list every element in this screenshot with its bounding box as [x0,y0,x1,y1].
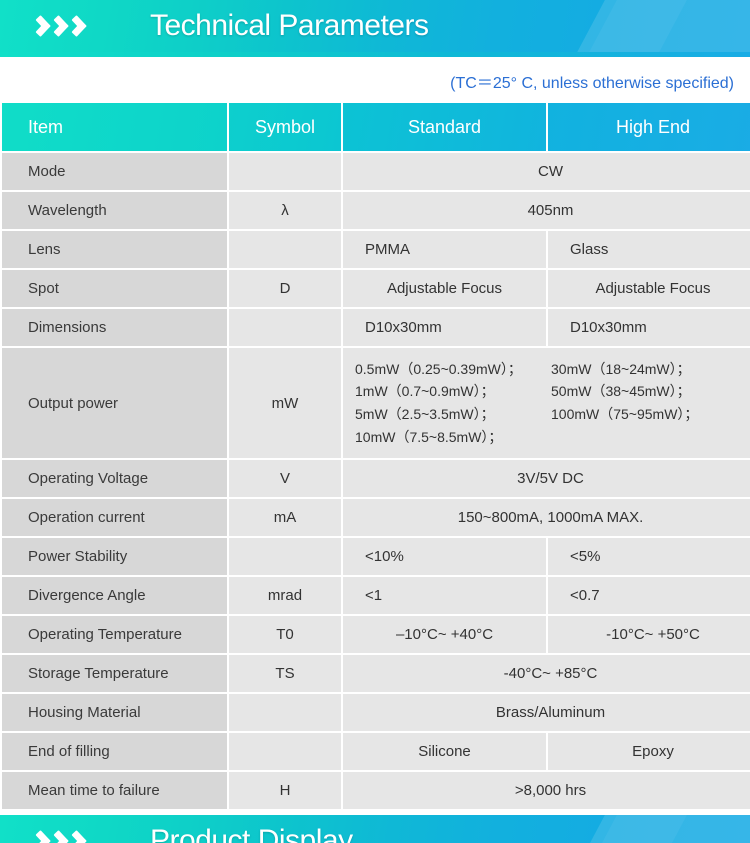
cell-symbol: T0 [229,616,341,653]
cell-symbol [229,694,341,731]
cell-high-end: -10°C~ +50°C [548,616,750,653]
cell-merged-value: 3V/5V DC [343,460,750,497]
cell-item: Divergence Angle [2,577,227,614]
cell-symbol: V [229,460,341,497]
cell-item: Dimensions [2,309,227,346]
chevron-right-icon-2 [56,7,71,45]
bottom-chevron-right-icon-1 [38,822,53,843]
cell-symbol: H [229,772,341,809]
cell-item: Housing Material [2,694,227,731]
cell-symbol: mW [229,348,341,458]
cell-item: Power Stability [2,538,227,575]
cell-high-end: Glass [548,231,750,268]
page-title: Technical Parameters [150,9,429,42]
cell-item: Operation current [2,499,227,536]
table-row: End of filling Silicone Epoxy [2,733,750,770]
table-row: Mean time to failure H >8,000 hrs [2,772,750,809]
column-header-standard: Standard [343,103,546,151]
cell-symbol [229,153,341,190]
cell-standard: <10% [343,538,546,575]
product-display-title: Product Display [150,824,353,843]
column-header-item: Item [2,103,227,151]
output-power-standard-list: 0.5mW（0.25~0.39mW）； 1mW（0.7~0.9mW）； 5mW（… [355,360,522,445]
cell-item: Storage Temperature [2,655,227,692]
product-display-banner: Product Display [0,815,750,843]
cell-item: Operating Temperature [2,616,227,653]
cell-item: End of filling [2,733,227,770]
cell-symbol: λ [229,192,341,229]
table-header-row: Item Symbol Standard High End [2,103,750,151]
technical-parameters-banner: Technical Parameters [0,0,750,52]
cell-symbol [229,733,341,770]
specifications-table: Item Symbol Standard High End Mode CW Wave… [0,101,750,811]
cell-standard: <1 [343,577,546,614]
subtitle-row: (TC＝25° C, unless otherwise specified) [0,61,750,101]
table-row: Spot D Adjustable Focus Adjustable Focus [2,270,750,307]
chevron-right-icon-3 [74,7,89,45]
table-row: Power Stability <10% <5% [2,538,750,575]
cell-item: Output power [2,348,227,458]
table-row: Divergence Angle mrad <1 <0.7 [2,577,750,614]
cell-item: Lens [2,231,227,268]
cell-high-end: Epoxy [548,733,750,770]
cell-standard: PMMA [343,231,546,268]
table-row: Lens PMMA Glass [2,231,750,268]
table-body: Mode CW Wavelength λ 405nm Lens PMMA Glass Spot D… [2,153,750,809]
cell-symbol: mA [229,499,341,536]
table-row: Operation current mA 150~800mA, 1000mA MAX… [2,499,750,536]
cell-output-power-values: 0.5mW（0.25~0.39mW）； 1mW（0.7~0.9mW）； 5mW（… [343,348,750,458]
cell-symbol [229,231,341,268]
cell-merged-value: >8,000 hrs [343,772,750,809]
cell-standard: –10°C~ +40°C [343,616,546,653]
cell-symbol: D [229,270,341,307]
cell-item: Spot [2,270,227,307]
output-power-high-end-list: 30mW（18~24mW）； 50mW（38~45mW）； 100mW（75~9… [551,360,699,422]
table-row-output-power: Output power mW 0.5mW（0.25~0.39mW）； 1mW（0.… [2,348,750,458]
table-row: Operating Voltage V 3V/5V DC [2,460,750,497]
bottom-chevron-right-icon-3 [74,822,89,843]
cell-symbol: TS [229,655,341,692]
cell-merged-value: -40°C~ +85°C [343,655,750,692]
table-header: Item Symbol Standard High End [2,103,750,151]
double-chevron-icon [38,0,89,52]
cell-merged-value: 405nm [343,192,750,229]
cell-standard: Silicone [343,733,546,770]
table-row: Operating Temperature T0 –10°C~ +40°C -10°C… [2,616,750,653]
cell-symbol: mrad [229,577,341,614]
table-row: Mode CW [2,153,750,190]
table-row: Dimensions D10x30mm D10x30mm [2,309,750,346]
cell-merged-value: 150~800mA, 1000mA MAX. [343,499,750,536]
cell-high-end: D10x30mm [548,309,750,346]
column-header-symbol: Symbol [229,103,341,151]
column-header-high-end: High End [548,103,750,151]
cell-high-end: Adjustable Focus [548,270,750,307]
cell-high-end: <5% [548,538,750,575]
table-row: Housing Material Brass/Aluminum [2,694,750,731]
cell-item: Operating Voltage [2,460,227,497]
cell-standard: D10x30mm [343,309,546,346]
cell-high-end: <0.7 [548,577,750,614]
cell-item: Wavelength [2,192,227,229]
cell-merged-value: Brass/Aluminum [343,694,750,731]
cell-item: Mode [2,153,227,190]
table-row: Wavelength λ 405nm [2,192,750,229]
chevron-right-icon-1 [38,7,53,45]
cell-standard: Adjustable Focus [343,270,546,307]
table-row: Storage Temperature TS -40°C~ +85°C [2,655,750,692]
cell-symbol [229,538,341,575]
bottom-chevron-right-icon-2 [56,822,71,843]
bottom-double-chevron-icon [38,815,89,843]
test-condition-note: (TC＝25° C, unless otherwise specified) [450,75,734,92]
cell-symbol [229,309,341,346]
cell-merged-value: CW [343,153,750,190]
cell-item: Mean time to failure [2,772,227,809]
